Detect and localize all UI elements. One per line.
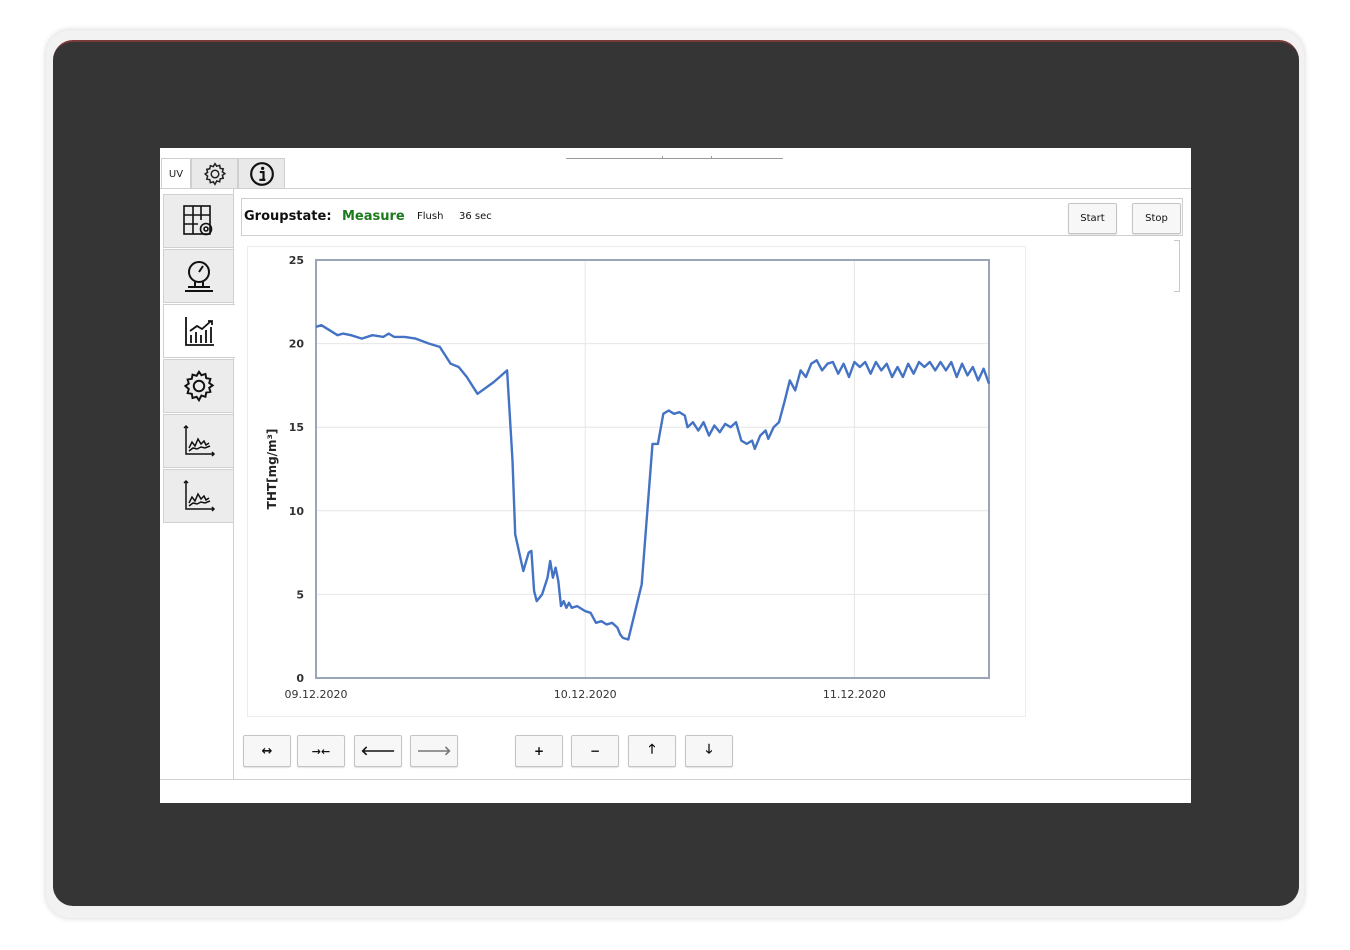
x-tick-label: 10.12.2020 (554, 688, 617, 701)
status-bar: Groupstate: Measure Flush 36 sec Start S… (241, 198, 1183, 236)
series-line (315, 324, 991, 641)
tab-settings[interactable] (191, 158, 238, 188)
bottom-divider (160, 779, 1191, 780)
sidebar-item-settings[interactable] (163, 359, 234, 413)
arrow-down-icon: 🡓 (705, 742, 713, 757)
chart-area: 0 5 10 15 20 25 09.12.2020 10.12.2020 11.12.2020… (247, 246, 1026, 717)
y-tick-label: 10 (289, 505, 305, 518)
scroll-right-button[interactable]: 🡒 (410, 735, 458, 767)
top-drag-handle[interactable] (566, 156, 783, 159)
line-chart: 0 5 10 15 20 25 09.12.2020 10.12.2020 11.12.2020… (265, 254, 991, 701)
sidebar-item-chart[interactable] (163, 304, 235, 358)
compress-horizontal-icon: →← (311, 744, 331, 758)
tab-divider (160, 188, 1191, 189)
sidebar-item-gauge[interactable] (163, 249, 234, 303)
y-axis-label: THT[mg/m³] (265, 429, 279, 510)
y-tick-label: 0 (296, 672, 304, 685)
x-tick-label: 09.12.2020 (285, 688, 348, 701)
y-tick-label: 5 (296, 588, 304, 601)
table-settings-icon (182, 205, 212, 236)
screen: UV Groupstate: Measure Flush 36 sec Star… (160, 148, 1191, 803)
compress-horizontal-button[interactable]: →← (297, 735, 345, 767)
y-tick-label: 20 (289, 338, 305, 351)
scroll-down-button[interactable]: 🡓 (685, 735, 733, 767)
y-tick-label: 25 (289, 254, 304, 267)
zoom-in-button[interactable]: + (515, 735, 563, 767)
start-button[interactable]: Start (1068, 203, 1117, 234)
phase-label: Flush (417, 211, 444, 222)
sidebar-item-table-settings[interactable] (163, 194, 234, 248)
bar-chart-trend-icon (184, 317, 214, 346)
sidebar-item-line-chart-1[interactable] (163, 414, 234, 468)
expand-horizontal-icon: ↔ (261, 743, 273, 759)
line-chart-icon (182, 479, 215, 512)
arrow-right-icon: 🡒 (416, 744, 452, 759)
tab-info[interactable] (238, 158, 285, 188)
scroll-indicator[interactable] (1174, 240, 1180, 292)
minus-icon: − (589, 744, 601, 758)
plot-frame (315, 259, 990, 679)
sidebar-item-line-chart-2[interactable] (163, 469, 234, 523)
state-value: Measure (342, 209, 405, 224)
gear-icon (183, 369, 214, 403)
stop-button[interactable]: Stop (1132, 203, 1181, 234)
sidebar (160, 189, 235, 779)
plus-icon: + (533, 744, 545, 758)
tab-uv-label: UV (168, 168, 184, 180)
groupstate-label: Groupstate: (244, 209, 332, 224)
zoom-out-button[interactable]: − (571, 735, 619, 767)
info-icon (249, 161, 274, 186)
remaining-time: 36 sec (459, 211, 492, 222)
scroll-left-button[interactable]: 🡐 (354, 735, 402, 767)
arrow-left-icon: 🡐 (360, 744, 396, 759)
scroll-up-button[interactable]: 🡑 (628, 735, 676, 767)
y-tick-label: 15 (289, 421, 304, 434)
expand-horizontal-button[interactable]: ↔ (243, 735, 291, 767)
arrow-up-icon: 🡑 (648, 742, 656, 757)
gauge-icon (184, 261, 213, 292)
line-chart-icon (182, 424, 215, 457)
gear-icon (203, 161, 226, 186)
x-tick-label: 11.12.2020 (823, 688, 886, 701)
tab-uv[interactable]: UV (161, 158, 191, 189)
